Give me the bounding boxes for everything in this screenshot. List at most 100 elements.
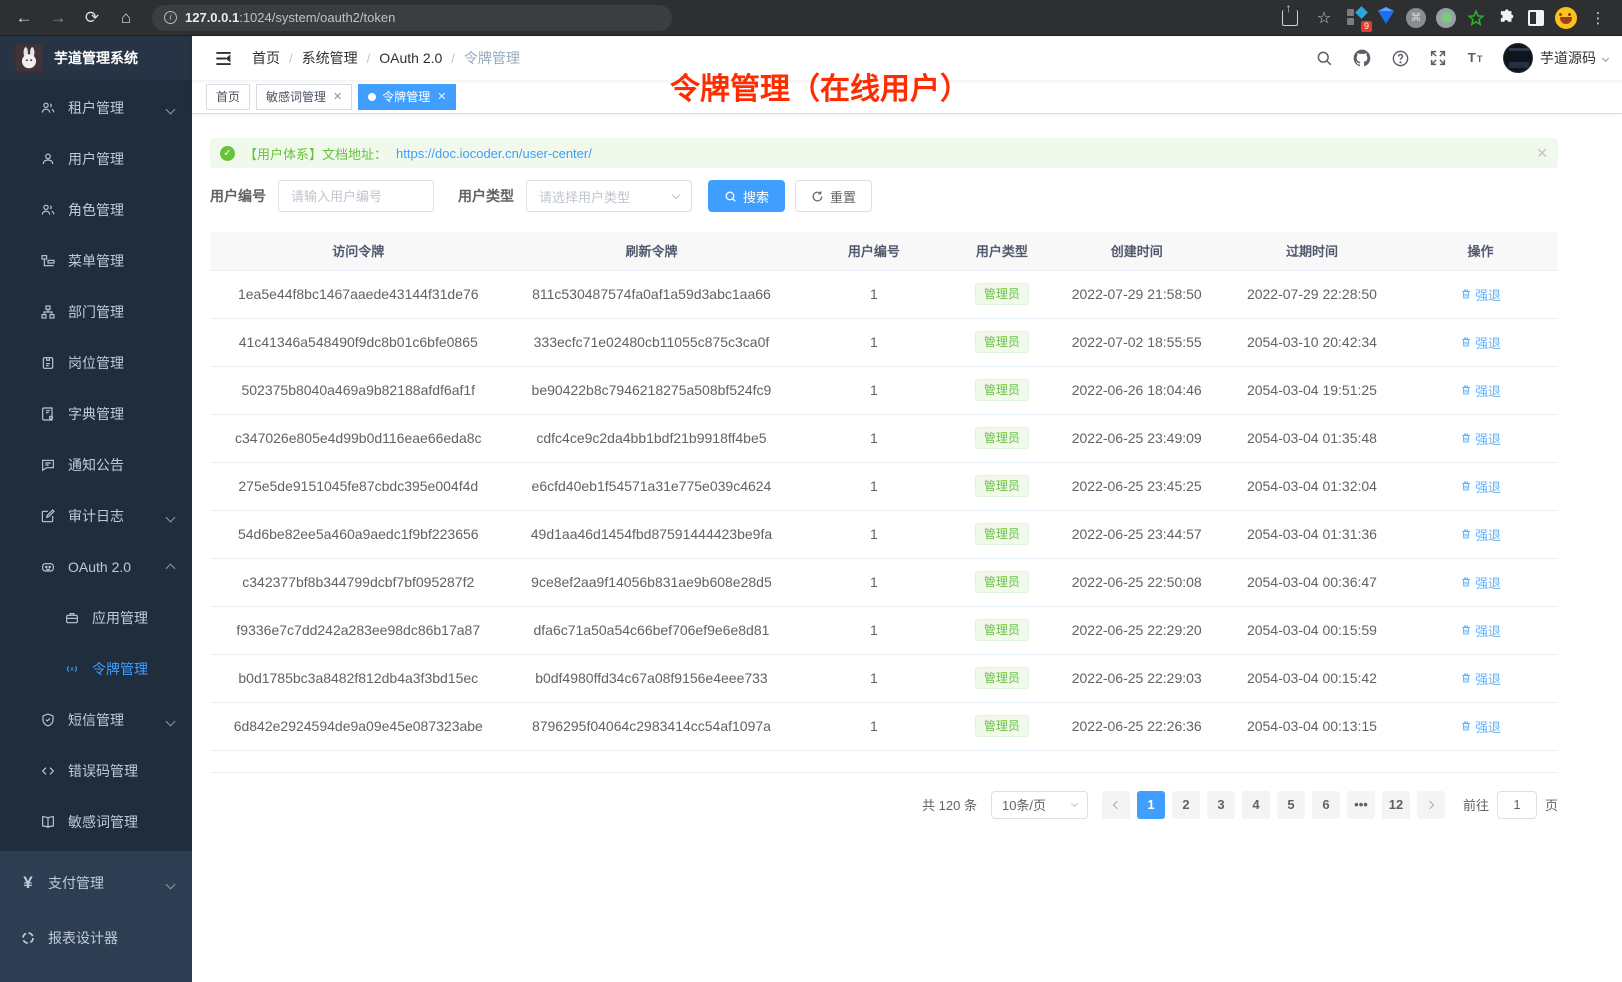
browser-menu-icon[interactable]: ⋮	[1584, 4, 1612, 32]
extension-command-icon[interactable]: ⌘	[1404, 6, 1428, 30]
share-icon[interactable]	[1276, 4, 1304, 32]
alert-close-icon[interactable]: ✕	[1536, 145, 1548, 162]
page-number-button[interactable]: 2	[1172, 791, 1200, 819]
sidebar-item-dict[interactable]: 字典管理	[0, 388, 192, 439]
font-size-icon[interactable]: TT	[1465, 47, 1487, 69]
tree-list-icon	[40, 253, 56, 269]
user-id-input[interactable]	[278, 180, 434, 212]
goto-page-input[interactable]	[1497, 791, 1537, 819]
access-token-cell: c347026e805e4d99b0d116eae66eda8c	[210, 414, 507, 462]
breadcrumb-home[interactable]: 首页	[252, 48, 280, 68]
expire-time-cell: 2054-03-04 00:15:59	[1221, 606, 1403, 654]
breadcrumb-system[interactable]: 系统管理	[302, 48, 358, 68]
close-icon[interactable]: ✕	[437, 90, 446, 103]
force-logout-button[interactable]: 强退	[1460, 285, 1501, 304]
extension-grid-icon[interactable]: 9	[1344, 6, 1368, 30]
page-number-button[interactable]: 1	[1137, 791, 1165, 819]
action-cell: 强退	[1403, 414, 1558, 462]
reset-button[interactable]: 重置	[795, 180, 872, 212]
user-id-cell: 1	[796, 270, 951, 318]
search-button[interactable]: 搜索	[708, 180, 785, 212]
prev-page-button[interactable]	[1102, 791, 1130, 819]
user-type-badge: 管理员	[975, 379, 1029, 401]
sidebar-item-menu-mgmt[interactable]: 菜单管理	[0, 235, 192, 286]
bookmark-star-icon[interactable]: ☆	[1310, 4, 1338, 32]
page-number-button[interactable]: 12	[1382, 791, 1410, 819]
tab-oauth-token[interactable]: 令牌管理✕	[358, 84, 456, 110]
sidebar-item-post[interactable]: 岗位管理	[0, 337, 192, 388]
action-cell: 强退	[1403, 606, 1558, 654]
action-cell: 强退	[1403, 510, 1558, 558]
browser-forward-button[interactable]: →	[44, 4, 72, 32]
users-icon	[40, 202, 56, 218]
force-logout-button[interactable]: 强退	[1460, 477, 1501, 496]
force-logout-button[interactable]: 强退	[1460, 573, 1501, 592]
page-number-button[interactable]: 5	[1277, 791, 1305, 819]
browser-back-button[interactable]: ←	[10, 4, 38, 32]
user-type-select[interactable]: 请选择用户类型	[526, 180, 692, 212]
users-icon	[40, 100, 56, 116]
refresh-token-cell: b0df4980ffd34c67a08f9156e4eee733	[507, 654, 797, 702]
sidebar-item-user[interactable]: 用户管理	[0, 133, 192, 184]
fullscreen-icon[interactable]	[1427, 47, 1449, 69]
force-logout-button[interactable]: 强退	[1460, 621, 1501, 640]
table-row: c342377bf8b344799dcbf7bf095287f2 9ce8ef2…	[210, 558, 1558, 606]
doc-link[interactable]: https://doc.iocoder.cn/user-center/	[396, 146, 592, 161]
search-icon[interactable]	[1313, 47, 1335, 69]
sidebar-item-error-code[interactable]: 错误码管理	[0, 745, 192, 796]
github-icon[interactable]	[1351, 47, 1373, 69]
page-number-button[interactable]: •••	[1347, 791, 1375, 819]
sidebar-item-notice[interactable]: 通知公告	[0, 439, 192, 490]
sidebar-item-oauth2[interactable]: OAuth 2.0	[0, 541, 192, 592]
user-type-badge: 管理员	[975, 619, 1029, 641]
user-type-badge: 管理员	[975, 427, 1029, 449]
sidebar-item-oauth-app[interactable]: 应用管理	[0, 592, 192, 643]
browser-home-button[interactable]: ⌂	[112, 4, 140, 32]
expire-time-cell: 2054-03-04 19:51:25	[1221, 366, 1403, 414]
sidebar-item-tenant[interactable]: 租户管理	[0, 82, 192, 133]
force-logout-button[interactable]: 强退	[1460, 717, 1501, 736]
page-number-button[interactable]: 6	[1312, 791, 1340, 819]
page-number-button[interactable]: 4	[1242, 791, 1270, 819]
extension-record-icon[interactable]	[1434, 6, 1458, 30]
extensions-puzzle-icon[interactable]	[1494, 6, 1518, 30]
chevron-down-icon	[167, 508, 174, 524]
page-number-button[interactable]: 3	[1207, 791, 1235, 819]
site-info-icon[interactable]: i	[164, 11, 177, 24]
force-logout-button[interactable]: 强退	[1460, 333, 1501, 352]
tab-home[interactable]: 首页	[206, 84, 250, 110]
sidebar-item-pay[interactable]: ¥ 支付管理	[0, 855, 192, 910]
user-type-label: 用户类型	[458, 186, 514, 206]
sidebar-item-sms[interactable]: 短信管理	[0, 694, 192, 745]
access-token-cell: c342377bf8b344799dcbf7bf095287f2	[210, 558, 507, 606]
side-panel-icon[interactable]	[1524, 6, 1548, 30]
user-type-cell: 管理员	[951, 606, 1052, 654]
page-size-select[interactable]: 10条/页	[991, 791, 1088, 819]
app-logo-row[interactable]: 芋道管理系统	[0, 36, 192, 80]
force-logout-button[interactable]: 强退	[1460, 525, 1501, 544]
force-logout-button[interactable]: 强退	[1460, 669, 1501, 688]
address-bar[interactable]: i 127.0.0.1:1024/system/oauth2/token	[152, 5, 672, 31]
sidebar-item-role[interactable]: 角色管理	[0, 184, 192, 235]
sidebar-item-report-designer[interactable]: 报表设计器	[0, 910, 192, 965]
breadcrumb-oauth[interactable]: OAuth 2.0	[379, 50, 442, 66]
sidebar-item-oauth-token[interactable]: A 令牌管理	[0, 643, 192, 694]
help-icon[interactable]	[1389, 47, 1411, 69]
collapse-sidebar-icon[interactable]	[206, 41, 240, 75]
browser-reload-button[interactable]: ⟳	[78, 4, 106, 32]
sidebar-item-dept[interactable]: 部门管理	[0, 286, 192, 337]
user-menu[interactable]: 芋道源码	[1503, 43, 1608, 73]
force-logout-button[interactable]: 强退	[1460, 429, 1501, 448]
robot-icon	[40, 559, 56, 575]
force-logout-button[interactable]: 强退	[1460, 381, 1501, 400]
profile-avatar-icon[interactable]	[1554, 6, 1578, 30]
extension-gem-icon[interactable]	[1374, 6, 1398, 30]
refresh-token-cell: 8796295f04064c2983414cc54af1097a	[507, 702, 797, 750]
extension-star-icon[interactable]	[1464, 6, 1488, 30]
next-page-button[interactable]	[1417, 791, 1445, 819]
sidebar-item-audit-log[interactable]: 审计日志	[0, 490, 192, 541]
close-icon[interactable]: ✕	[333, 90, 342, 103]
sidebar-item-sensitive-word[interactable]: 敏感词管理	[0, 796, 192, 847]
tab-sensitive-word[interactable]: 敏感词管理✕	[256, 84, 352, 110]
refresh-token-cell: 333ecfc71e02480cb11055c875c3ca0f	[507, 318, 797, 366]
